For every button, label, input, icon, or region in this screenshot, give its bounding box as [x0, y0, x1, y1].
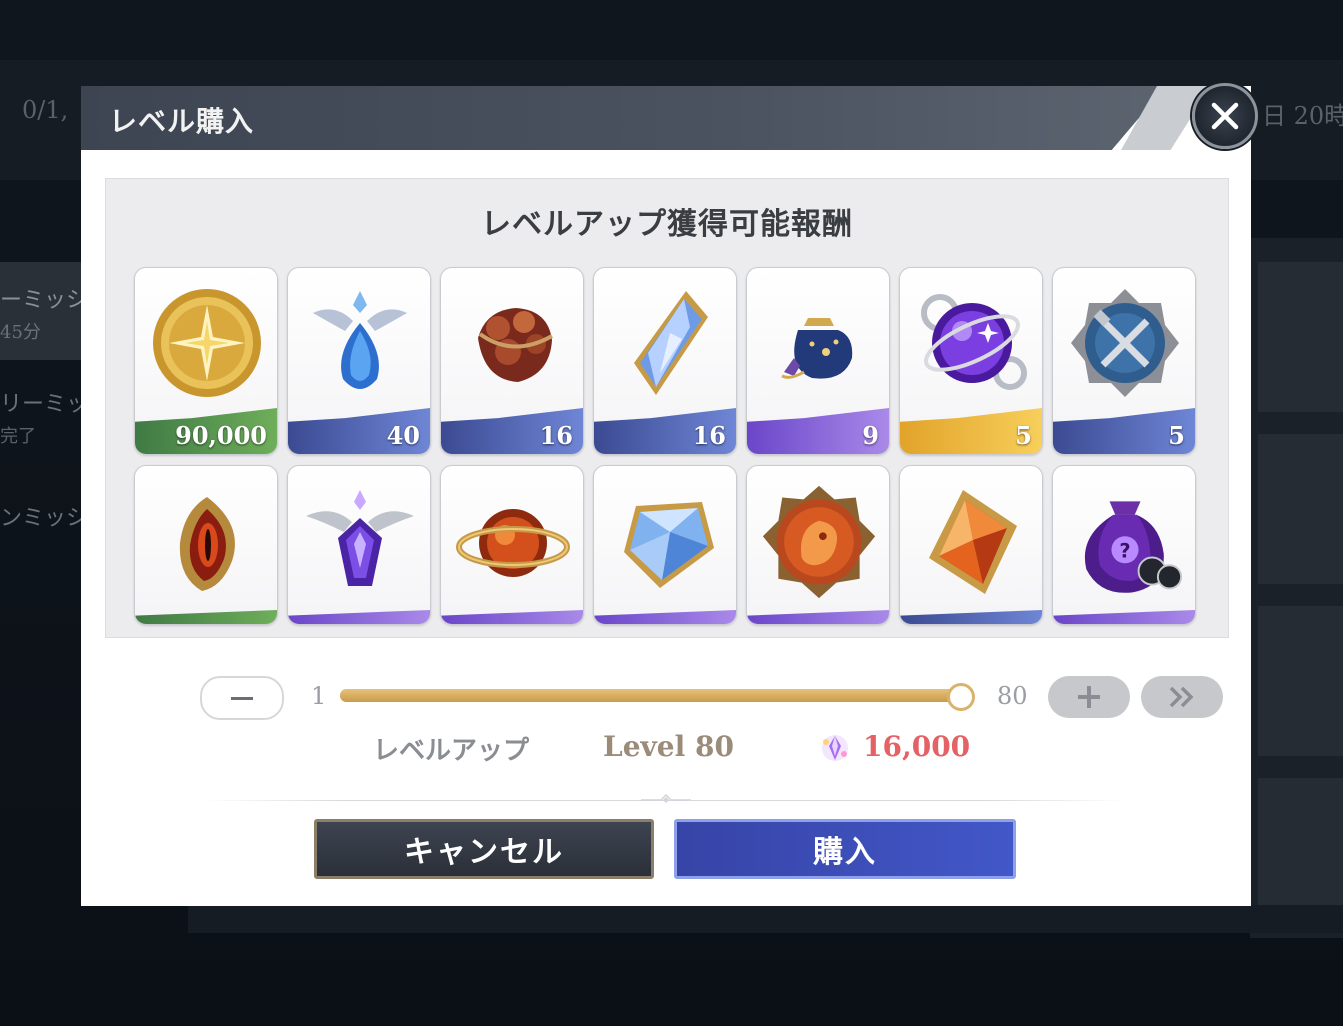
blue-pouch-icon: [759, 278, 879, 408]
background-card: [1258, 606, 1343, 756]
reward-card[interactable]: 40: [287, 267, 431, 455]
slider-min-label: 1: [311, 682, 327, 710]
reward-quantity: 5: [1168, 421, 1185, 450]
double-chevron-right-icon: [1169, 686, 1194, 708]
slider-max-label: 80: [997, 682, 1028, 710]
purple-orb-icon: [912, 278, 1032, 408]
reward-quantity: 5: [1015, 421, 1032, 450]
divider-ornament: [641, 794, 691, 803]
increase-level-button[interactable]: [1048, 676, 1130, 718]
rarity-band: [135, 610, 277, 624]
modal-title: レベル購入: [109, 105, 255, 138]
ore-chunk-icon: [453, 278, 573, 408]
background-date-text: 日 20時: [1262, 102, 1343, 130]
rarity-band: [594, 610, 736, 624]
reward-card[interactable]: [593, 465, 737, 625]
background-side-item: 45分: [0, 322, 41, 343]
blue-crystal-icon: [606, 278, 726, 408]
slider-handle[interactable]: [947, 683, 975, 711]
background-card: [1258, 434, 1343, 584]
reward-card[interactable]: [440, 465, 584, 625]
background-side-item: 完了: [0, 426, 36, 447]
reward-card[interactable]: ?: [1052, 465, 1196, 625]
reward-card[interactable]: 5: [1052, 267, 1196, 455]
reward-quantity: 16: [692, 421, 726, 450]
purchase-button[interactable]: 購入: [674, 819, 1016, 879]
level-purchase-modal: レベル購入 レベルアップ獲得可能報酬 90,000 40 16 16 9 5 5…: [81, 86, 1251, 906]
dragon-eye-icon: [147, 474, 267, 610]
crossed-weapons-emblem-icon: [1065, 278, 1185, 408]
purchase-cost: 16,000: [863, 730, 971, 763]
modal-header: レベル購入: [81, 86, 1166, 150]
reward-quantity: 16: [539, 421, 573, 450]
background-lower-bar: [188, 905, 1343, 933]
reward-card[interactable]: 16: [440, 267, 584, 455]
reward-card[interactable]: [899, 465, 1043, 625]
minus-icon: [231, 696, 253, 700]
blue-cube-crystal-icon: [606, 474, 726, 610]
background-card: [1258, 262, 1343, 412]
fire-planet-icon: [453, 474, 573, 610]
decrease-level-button[interactable]: [200, 676, 284, 720]
background-progress-text: 0/1,: [22, 96, 69, 124]
max-level-button[interactable]: [1141, 676, 1223, 718]
svg-text:?: ?: [1119, 539, 1130, 562]
fire-diamond-icon: [912, 474, 1032, 610]
rarity-band: [441, 610, 583, 624]
crystal-currency-icon: [822, 735, 848, 761]
reward-quantity: 9: [862, 421, 879, 450]
target-level: Level 80: [603, 730, 734, 763]
close-icon: [1211, 102, 1239, 130]
purple-winged-gem-icon: [300, 474, 420, 610]
rarity-band: [747, 610, 889, 624]
reward-card[interactable]: [746, 465, 890, 625]
reward-quantity: 40: [386, 421, 420, 450]
reward-card[interactable]: 90,000: [134, 267, 278, 455]
reward-card[interactable]: 16: [593, 267, 737, 455]
rarity-band: [1053, 610, 1195, 624]
slider-fill: [340, 689, 960, 702]
rarity-band: [288, 610, 430, 624]
background-side-item: ンミッシ: [0, 506, 89, 531]
plus-icon: [1078, 686, 1100, 708]
reward-panel: レベルアップ獲得可能報酬 90,000 40 16 16 9 5 5 ?: [105, 178, 1229, 638]
reward-card[interactable]: [287, 465, 431, 625]
reward-panel-title: レベルアップ獲得可能報酬: [481, 207, 853, 242]
background-side-item: リーミッ: [0, 392, 89, 417]
gold-coin-icon: [147, 278, 267, 408]
mystery-bag-icon: ?: [1065, 474, 1185, 610]
lion-emblem-icon: [759, 474, 879, 610]
reward-quantity: 90,000: [175, 421, 267, 450]
level-slider[interactable]: [340, 683, 975, 711]
close-button[interactable]: [1192, 83, 1258, 149]
level-up-label: レベルアップ: [373, 736, 530, 766]
reward-card[interactable]: [134, 465, 278, 625]
rarity-band: [900, 610, 1042, 624]
cancel-button[interactable]: キャンセル: [314, 819, 654, 879]
reward-grid: 90,000 40 16 16 9 5 5 ?: [134, 267, 1196, 625]
background-side-item: ーミッシ: [0, 288, 89, 313]
reward-card[interactable]: 9: [746, 267, 890, 455]
reward-card[interactable]: 5: [899, 267, 1043, 455]
blue-winged-gem-icon: [300, 278, 420, 408]
